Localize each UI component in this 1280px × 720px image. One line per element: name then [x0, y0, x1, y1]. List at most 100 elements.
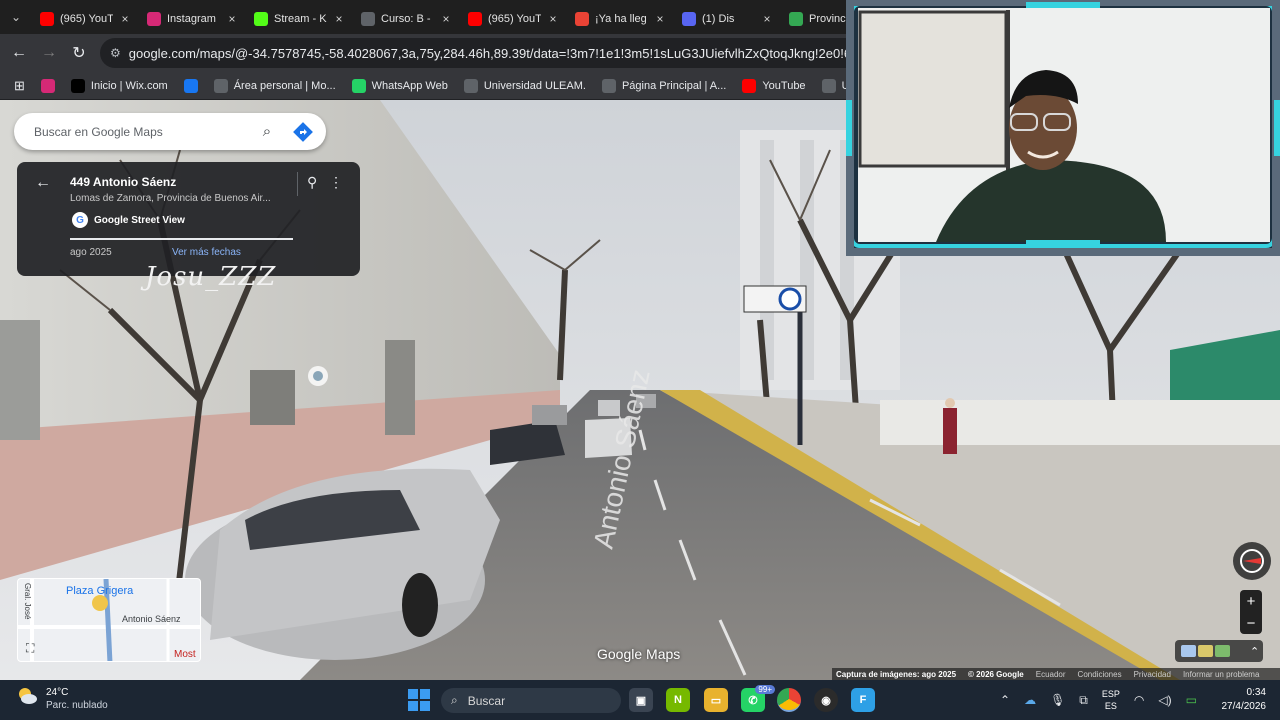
- app-f-icon[interactable]: F: [851, 688, 875, 712]
- back-arrow-icon[interactable]: ←: [35, 174, 51, 192]
- tab-search-chevron-icon[interactable]: ⌄: [0, 0, 32, 34]
- task-view-icon[interactable]: ▣: [629, 688, 653, 712]
- youtube-icon: [468, 12, 482, 26]
- compass-icon[interactable]: [1233, 542, 1271, 580]
- close-tab-icon[interactable]: ×: [226, 12, 238, 26]
- tab-label: (1) Dis: [702, 13, 735, 25]
- bookmark-label: Área personal | Mo...: [233, 79, 336, 92]
- expand-up-icon[interactable]: ⌃: [1250, 645, 1259, 658]
- street-view-info-card: ← 449 Antonio Sáenz Lomas de Zamora, Pro…: [17, 162, 360, 276]
- expand-icon[interactable]: ⛶: [26, 641, 34, 656]
- browser-tab[interactable]: (1) Dis ×: [674, 5, 781, 33]
- timeline-bar[interactable]: [70, 238, 293, 240]
- unitips-icon: [821, 78, 836, 93]
- browser-tab[interactable]: (965) YouT ×: [460, 5, 567, 33]
- partly-cloudy-icon: [16, 685, 38, 712]
- webcam-overlay: [846, 0, 1280, 256]
- address-bar[interactable]: ⚙ google.com/maps/@-34.7578745,-58.40280…: [100, 38, 860, 68]
- terrain-layer-thumb[interactable]: [1215, 645, 1230, 657]
- divider: [297, 172, 298, 196]
- close-tab-icon[interactable]: ×: [333, 12, 345, 26]
- browser-tab[interactable]: Stream - K ×: [246, 5, 353, 33]
- instagram-icon: [40, 78, 55, 93]
- chevron-up-icon[interactable]: ⌃: [1000, 693, 1010, 707]
- search-icon[interactable]: ⌕: [252, 123, 282, 140]
- country-link[interactable]: Ecuador: [1036, 670, 1066, 679]
- layers-strip[interactable]: ⌃: [1175, 640, 1263, 662]
- forward-arrow-icon[interactable]: →: [34, 38, 64, 68]
- tab-label: (965) YouT: [60, 13, 113, 25]
- google-maps-watermark: Google Maps: [597, 646, 681, 662]
- bookmark-label: Página Principal | A...: [621, 79, 727, 92]
- browser-tab[interactable]: ¡Ya ha lleg ×: [567, 5, 674, 33]
- weather-widget[interactable]: 24°C Parc. nublado: [16, 685, 108, 712]
- map-layer-thumb[interactable]: [1181, 645, 1196, 657]
- browser-tab[interactable]: (965) YouT ×: [32, 5, 139, 33]
- close-tab-icon[interactable]: ×: [654, 12, 666, 26]
- back-arrow-icon[interactable]: ←: [4, 38, 34, 68]
- privacy-link[interactable]: Privacidad: [1134, 670, 1171, 679]
- chrome-icon[interactable]: [777, 688, 801, 712]
- microphone-icon[interactable]: 🎙: [1050, 693, 1065, 707]
- zoom-out-icon[interactable]: −: [1247, 615, 1256, 632]
- zoom-in-icon[interactable]: +: [1247, 593, 1256, 610]
- bookmark-item[interactable]: Área personal | Mo...: [208, 74, 342, 98]
- maps-search-box[interactable]: Buscar en Google Maps ⌕: [14, 113, 326, 150]
- close-tab-icon[interactable]: ×: [761, 12, 773, 26]
- google-g-icon: G: [72, 212, 88, 228]
- satellite-layer-thumb[interactable]: [1198, 645, 1213, 657]
- reload-icon[interactable]: ↻: [64, 38, 94, 68]
- bookmark-item[interactable]: [178, 74, 204, 98]
- signature-watermark: Josu_ZZZ: [145, 262, 277, 292]
- file-explorer-icon[interactable]: ▭: [704, 688, 728, 712]
- wifi-icon[interactable]: ◠: [1134, 693, 1144, 707]
- site-info-icon[interactable]: ⚙: [110, 46, 121, 60]
- facebook-icon: [183, 78, 198, 93]
- volume-icon[interactable]: ◁): [1158, 693, 1171, 707]
- bookmark-item[interactable]: Inicio | Wix.com: [65, 74, 174, 98]
- apps-grid-icon[interactable]: ⊞: [8, 74, 31, 98]
- see-more-dates-link[interactable]: Ver más fechas: [172, 247, 241, 258]
- taskbar-search[interactable]: ⌕ Buscar: [441, 688, 621, 713]
- tab-label: (965) YouT: [488, 13, 541, 25]
- bookmark-label: WhatsApp Web: [371, 79, 448, 92]
- close-tab-icon[interactable]: ×: [440, 12, 452, 26]
- page-icon: [601, 78, 616, 93]
- copyright: © 2026 Google: [968, 669, 1024, 679]
- terms-link[interactable]: Condiciones: [1078, 670, 1122, 679]
- obs-icon[interactable]: ◉: [814, 688, 838, 712]
- battery-icon[interactable]: ▭: [1186, 693, 1197, 707]
- windows-start-icon[interactable]: [408, 689, 430, 711]
- capture-info: Captura de imágenes: ago 2025: [836, 669, 957, 679]
- close-tab-icon[interactable]: ×: [119, 12, 131, 26]
- taskbar-search-label: Buscar: [467, 693, 506, 708]
- maps-search-input[interactable]: Buscar en Google Maps: [34, 125, 252, 139]
- zoom-controls: + −: [1240, 590, 1262, 634]
- minimap[interactable]: Gral. José Plaza Grigera Antonio Sáenz M…: [17, 578, 201, 662]
- bookmark-item[interactable]: [35, 74, 61, 98]
- bookmark-item[interactable]: Página Principal | A...: [596, 74, 732, 98]
- location-pin-icon[interactable]: ⚲: [307, 174, 317, 191]
- bookmark-item[interactable]: YouTube: [736, 74, 811, 98]
- clock-date: 27/4/2026: [1221, 701, 1267, 712]
- browser-tab[interactable]: Instagram ×: [139, 5, 246, 33]
- bookmark-item[interactable]: WhatsApp Web: [346, 74, 454, 98]
- onedrive-icon[interactable]: ☁: [1024, 693, 1036, 707]
- screen-capture-icon[interactable]: ⧉: [1079, 693, 1088, 708]
- nvidia-icon[interactable]: N: [666, 688, 690, 712]
- clock[interactable]: 0:34 27/4/2026: [1210, 686, 1267, 714]
- keyboard-code: ES: [1104, 701, 1117, 711]
- place-subtitle: Lomas de Zamora, Provincia de Buenos Air…: [70, 193, 271, 204]
- more-options-icon[interactable]: ⋮: [329, 174, 343, 191]
- report-link[interactable]: Informar un problema: [1183, 670, 1259, 679]
- close-tab-icon[interactable]: ×: [547, 12, 559, 26]
- directions-icon[interactable]: [292, 121, 314, 143]
- bookmark-item[interactable]: Universidad ULEAM.: [458, 74, 592, 98]
- windows-taskbar: 24°C Parc. nublado ⌕ Buscar ▣ N ▭ ✆ 99+ ◉…: [0, 680, 1280, 720]
- language-indicator[interactable]: ESP ES: [1102, 688, 1120, 712]
- clock-time: 0:34: [1246, 687, 1266, 698]
- source-label: Google Street View: [94, 214, 185, 226]
- whatsapp-icon[interactable]: ✆ 99+: [741, 685, 775, 712]
- browser-tab[interactable]: Curso: B - ×: [353, 5, 460, 33]
- youtube-icon: [742, 78, 757, 93]
